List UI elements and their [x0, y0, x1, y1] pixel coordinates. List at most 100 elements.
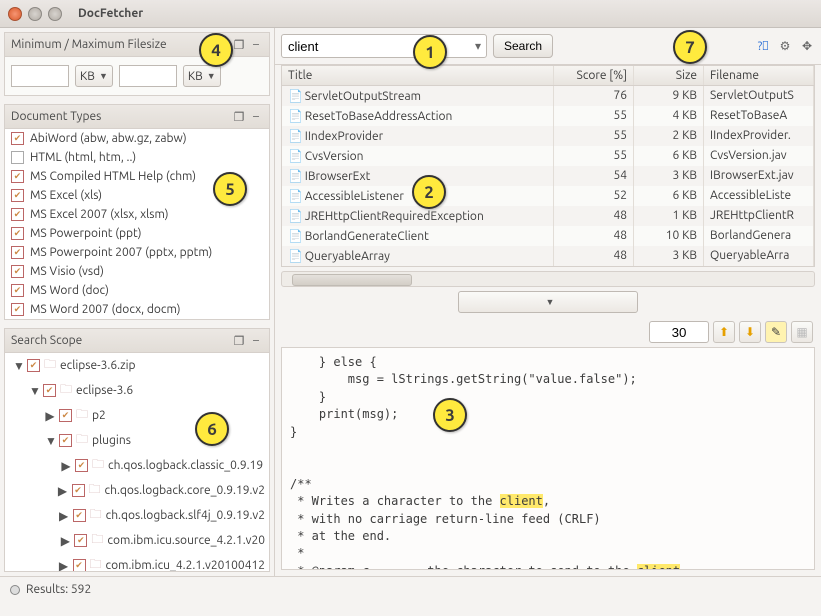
doctype-checkbox[interactable] [11, 246, 24, 259]
table-row[interactable]: 📄 CvsVersion556 KBCvsVersion.jav [282, 146, 814, 166]
col-title[interactable]: Title [282, 66, 554, 85]
doctype-checkbox[interactable] [11, 170, 24, 183]
results-horizontal-scrollbar[interactable] [281, 271, 815, 287]
search-history-dropdown-icon[interactable]: ▾ [470, 38, 486, 54]
scope-checkbox[interactable] [72, 484, 85, 497]
doctype-checkbox[interactable] [11, 227, 24, 240]
panel-restore-icon[interactable]: ❐ [232, 110, 246, 124]
window-close-button[interactable] [8, 7, 22, 21]
folder-icon: 🗀 [92, 455, 104, 476]
doctype-label: MS Excel (xls) [30, 189, 102, 202]
doctype-item[interactable]: HTML (html, htm, ..) [5, 148, 269, 167]
search-toolbar: ▾ Search ?⃝ ⚙ ✥ [275, 28, 821, 65]
table-row[interactable]: 📄 QueryableArray483 KBQueryableArra [282, 246, 814, 266]
scope-checkbox[interactable] [59, 409, 72, 422]
scope-checkbox[interactable] [59, 434, 72, 447]
scope-tree-row[interactable]: ▼🗀plugins [5, 428, 269, 453]
view-mode-button[interactable]: ▦ [791, 321, 813, 343]
result-score: 48 [554, 226, 634, 246]
doctype-item[interactable]: MS Powerpoint 2007 (pptx, pptm) [5, 243, 269, 262]
scope-tree-row[interactable]: ▶🗀com.ibm.icu.source_4.2.1.v20 [5, 528, 269, 553]
scope-tree-row[interactable]: ▶🗀com.ibm.icu_4.2.1.v20100412 [5, 553, 269, 571]
tree-twisty-icon[interactable]: ▼ [13, 359, 23, 373]
scope-tree-row[interactable]: ▶🗀ch.qos.logback.slf4j_0.9.19.v2 [5, 503, 269, 528]
result-filename: IBrowserExt.jav [704, 166, 814, 186]
scope-tree-row[interactable]: ▶🗀ch.qos.logback.core_0.9.19.v2 [5, 478, 269, 503]
doctype-checkbox[interactable] [11, 132, 24, 145]
table-row[interactable]: 📄 JREHttpClientRequiredException481 KBJR… [282, 206, 814, 226]
scope-checkbox[interactable] [43, 384, 56, 397]
highlight-toggle-button[interactable]: ✎ [765, 321, 787, 343]
doctype-item[interactable]: AbiWord (abw, abw.gz, zabw) [5, 129, 269, 148]
scope-checkbox[interactable] [73, 559, 86, 571]
tree-twisty-icon[interactable]: ▶ [59, 559, 69, 572]
doctype-item[interactable]: MS Excel 2007 (xlsx, xlsm) [5, 205, 269, 224]
result-title: IIndexProvider [305, 130, 383, 143]
preferences-icon[interactable]: ⚙ [777, 38, 793, 54]
doctype-checkbox[interactable] [11, 265, 24, 278]
next-occurrence-button[interactable]: ⬇ [739, 321, 761, 343]
panel-minimize-icon[interactable]: – [249, 38, 263, 52]
max-filesize-unit-combo[interactable]: KB▼ [183, 65, 221, 87]
occurrence-count-field[interactable] [649, 321, 709, 343]
table-row[interactable]: 📄 BorlandGenerateClient4810 KBBorlandGen… [282, 226, 814, 246]
tree-twisty-icon[interactable]: ▼ [45, 434, 55, 448]
doctype-checkbox[interactable] [11, 151, 24, 164]
min-filesize-unit-combo[interactable]: KB▼ [75, 65, 113, 87]
table-row[interactable]: 📄 AccessibleListener526 KBAccessibleList… [282, 186, 814, 206]
scope-tree-row[interactable]: ▶🗀ch.qos.logback.classic_0.9.19 [5, 453, 269, 478]
tree-twisty-icon[interactable]: ▶ [60, 534, 70, 548]
tree-twisty-icon[interactable]: ▶ [45, 409, 55, 423]
col-size[interactable]: Size [634, 66, 704, 85]
scope-tree-row[interactable]: ▼🗀eclipse-3.6 [5, 378, 269, 403]
tree-twisty-icon[interactable]: ▶ [58, 484, 68, 498]
scope-checkbox[interactable] [75, 459, 88, 472]
minimize-to-tray-icon[interactable]: ✥ [799, 38, 815, 54]
help-icon[interactable]: ?⃝ [755, 38, 771, 54]
panel-minimize-icon[interactable]: – [249, 110, 263, 124]
window-maximize-button[interactable] [48, 7, 62, 21]
prev-occurrence-button[interactable]: ⬆ [713, 321, 735, 343]
doctype-label: MS Compiled HTML Help (chm) [30, 170, 196, 183]
status-text: Results: 592 [26, 583, 91, 596]
col-filename[interactable]: Filename [704, 66, 814, 85]
max-filesize-input[interactable] [119, 65, 177, 87]
result-filename: AccessibleListe [704, 186, 814, 206]
doctype-label: AbiWord (abw, abw.gz, zabw) [30, 132, 187, 145]
titlebar: DocFetcher [0, 0, 821, 28]
results-page-combo[interactable]: ▼ [458, 291, 638, 313]
scope-tree-row[interactable]: ▼🗀eclipse-3.6.zip [5, 353, 269, 378]
doctype-item[interactable]: MS Word 2007 (docx, docm) [5, 300, 269, 319]
result-score: 48 [554, 206, 634, 226]
folder-icon: 🗀 [44, 355, 56, 376]
table-row[interactable]: 📄 ResetToBaseAddressAction554 KBResetToB… [282, 106, 814, 126]
panel-minimize-icon[interactable]: – [249, 334, 263, 348]
tree-twisty-icon[interactable]: ▼ [29, 384, 39, 398]
doctype-item[interactable]: MS Visio (vsd) [5, 262, 269, 281]
doctype-checkbox[interactable] [11, 303, 24, 316]
scope-tree-row[interactable]: ▶🗀p2 [5, 403, 269, 428]
panel-restore-icon[interactable]: ❐ [232, 38, 246, 52]
doctype-checkbox[interactable] [11, 284, 24, 297]
scope-checkbox[interactable] [73, 509, 86, 522]
panel-restore-icon[interactable]: ❐ [232, 334, 246, 348]
doctypes-panel: Document Types ❐ – AbiWord (abw, abw.gz,… [4, 104, 270, 320]
result-size: 3 KB [634, 166, 704, 186]
search-button[interactable]: Search [493, 34, 553, 58]
col-score[interactable]: Score [%] [554, 66, 634, 85]
doctype-item[interactable]: MS Powerpoint (ppt) [5, 224, 269, 243]
tree-twisty-icon[interactable]: ▶ [61, 459, 71, 473]
scope-checkbox[interactable] [27, 359, 40, 372]
scope-checkbox[interactable] [74, 534, 87, 547]
table-row[interactable]: 📄 IBrowserExt543 KBIBrowserExt.jav [282, 166, 814, 186]
table-row[interactable]: 📄 ServletOutputStream769 KBServletOutput… [282, 86, 814, 106]
doctype-checkbox[interactable] [11, 208, 24, 221]
table-row[interactable]: 📄 IIndexProvider552 KBIIndexProvider. [282, 126, 814, 146]
doctype-checkbox[interactable] [11, 189, 24, 202]
tree-twisty-icon[interactable]: ▶ [59, 509, 69, 523]
doctype-item[interactable]: MS Word (doc) [5, 281, 269, 300]
window-minimize-button[interactable] [28, 7, 42, 21]
preview-pane[interactable]: } else { msg = lStrings.getString("value… [281, 347, 815, 570]
min-filesize-input[interactable] [11, 65, 69, 87]
callout-4: 4 [199, 33, 233, 67]
